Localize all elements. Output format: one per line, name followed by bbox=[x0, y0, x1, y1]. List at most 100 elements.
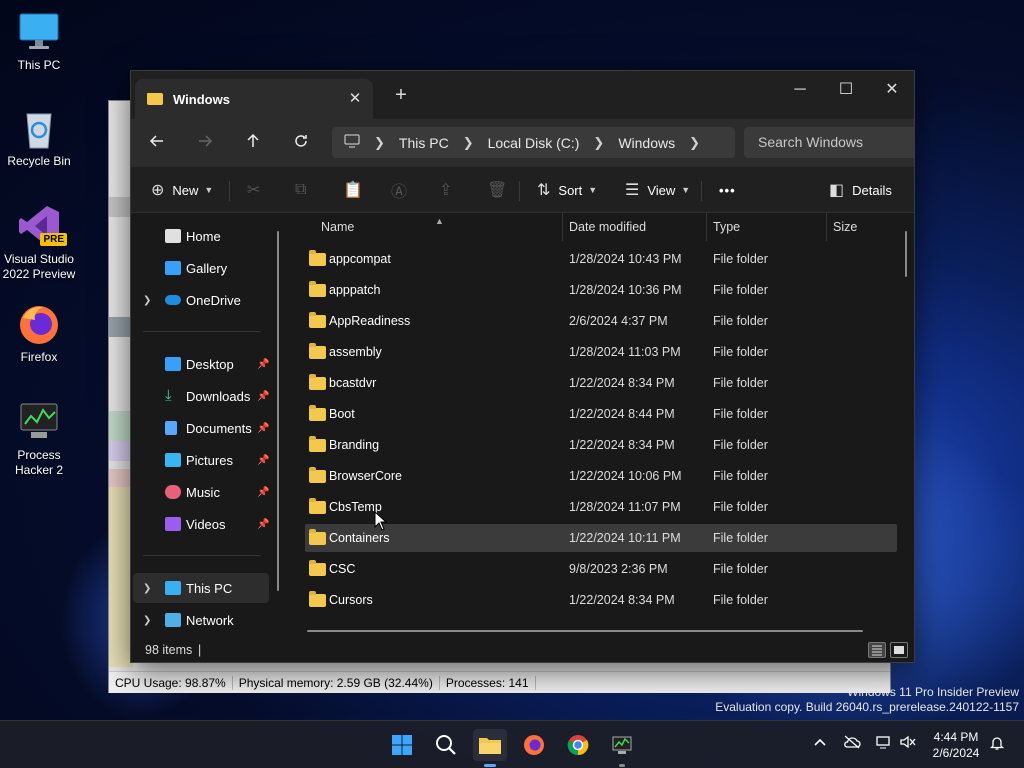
file-explorer-window[interactable]: Windows ✕ + ─ ☐ ✕ ❯ This PC ❯ Local Disk… bbox=[130, 70, 915, 663]
running-indicator bbox=[619, 764, 625, 767]
horizontal-scrollbar[interactable] bbox=[307, 630, 863, 632]
show-hidden-icons-button[interactable] bbox=[809, 735, 831, 755]
chevron-right-icon[interactable]: ❯ bbox=[143, 583, 151, 594]
taskbar-file-explorer[interactable] bbox=[473, 729, 507, 767]
nav-label: Pictures bbox=[186, 452, 233, 468]
nav-downloads[interactable]: ⤓ Downloads 📌 bbox=[133, 381, 269, 411]
onedrive-tray-button[interactable] bbox=[841, 735, 863, 755]
taskbar-firefox[interactable] bbox=[517, 729, 551, 761]
search-button[interactable] bbox=[429, 729, 463, 761]
desktop-icon-recycle-bin[interactable]: Recycle Bin bbox=[1, 106, 77, 169]
file-row[interactable]: CbsTemp 1/28/2024 11:07 PM File folder bbox=[305, 493, 897, 521]
maximize-button[interactable]: ☐ bbox=[823, 75, 869, 105]
notifications-button[interactable] bbox=[986, 735, 1008, 755]
item-count: 98 items bbox=[145, 643, 193, 657]
new-tab-button[interactable]: + bbox=[389, 83, 413, 107]
file-row[interactable]: appcompat 1/28/2024 10:43 PM File folder bbox=[305, 245, 897, 273]
nav-home[interactable]: Home bbox=[133, 221, 269, 251]
file-row[interactable]: BrowserCore 1/22/2024 10:06 PM File folder bbox=[305, 462, 897, 490]
desktop-icon-firefox[interactable]: Firefox bbox=[1, 302, 77, 365]
nav-onedrive[interactable]: ❯ OneDrive bbox=[133, 285, 269, 315]
copy-button[interactable]: ⧉ bbox=[295, 175, 314, 205]
column-divider[interactable] bbox=[706, 213, 707, 241]
tiles-view-button[interactable] bbox=[890, 642, 908, 658]
nav-documents[interactable]: Documents 📌 bbox=[133, 413, 269, 443]
firefox-icon bbox=[524, 735, 544, 755]
monitor-icon bbox=[165, 581, 181, 595]
nav-videos[interactable]: Videos 📌 bbox=[133, 509, 269, 539]
close-window-button[interactable]: ✕ bbox=[869, 75, 914, 105]
file-row[interactable]: Boot 1/22/2024 8:44 PM File folder bbox=[305, 400, 897, 428]
desktop-icon-process-hacker[interactable]: Process Hacker 2 bbox=[1, 400, 77, 478]
chevron-right-icon: ❯ bbox=[593, 134, 605, 150]
column-header-name[interactable]: Name bbox=[321, 213, 354, 241]
taskbar-process-hacker[interactable] bbox=[605, 729, 639, 767]
nav-divider bbox=[143, 555, 261, 556]
file-type: File folder bbox=[713, 500, 768, 514]
chevron-right-icon[interactable]: ❯ bbox=[143, 295, 151, 306]
search-input[interactable]: Search Windows bbox=[744, 127, 914, 158]
pin-icon[interactable]: 📌 bbox=[257, 359, 269, 370]
breadcrumb-this-pc[interactable]: This PC bbox=[399, 135, 449, 151]
desktop-icon-visual-studio[interactable]: PRE Visual Studio 2022 Preview bbox=[1, 204, 77, 282]
file-row[interactable]: Branding 1/22/2024 8:34 PM File folder bbox=[305, 431, 897, 459]
file-row[interactable]: Cursors 1/22/2024 8:34 PM File folder bbox=[305, 586, 897, 614]
pin-icon[interactable]: 📌 bbox=[257, 423, 269, 434]
file-row[interactable]: apppatch 1/28/2024 10:36 PM File folder bbox=[305, 276, 897, 304]
nav-this-pc[interactable]: ❯ This PC bbox=[133, 573, 269, 603]
file-row[interactable]: Containers 1/22/2024 10:11 PM File folder bbox=[305, 524, 897, 552]
sort-button[interactable]: ⇅ Sort ▼ bbox=[537, 175, 597, 205]
column-header-type[interactable]: Type bbox=[713, 213, 740, 241]
breadcrumb-windows[interactable]: Windows bbox=[618, 135, 675, 151]
pin-icon[interactable]: 📌 bbox=[257, 391, 269, 402]
file-row[interactable]: CSC 9/8/2023 2:36 PM File folder bbox=[305, 555, 897, 583]
desktop-icon-this-pc[interactable]: This PC bbox=[1, 10, 77, 73]
nav-pictures[interactable]: Pictures 📌 bbox=[133, 445, 269, 475]
chevron-right-icon[interactable]: ❯ bbox=[143, 615, 151, 626]
details-view-button[interactable] bbox=[868, 642, 886, 658]
pin-icon[interactable]: 📌 bbox=[257, 519, 269, 530]
view-button[interactable]: ☰ View ▼ bbox=[625, 175, 690, 205]
column-header-size[interactable]: Size bbox=[833, 213, 857, 241]
file-type: File folder bbox=[713, 531, 768, 545]
column-divider[interactable] bbox=[826, 213, 827, 241]
file-name: Branding bbox=[329, 438, 380, 452]
nav-network[interactable]: ❯ Network bbox=[133, 605, 269, 635]
cut-button[interactable]: ✂ bbox=[247, 175, 268, 205]
file-row[interactable]: assembly 1/28/2024 11:03 PM File folder bbox=[305, 338, 897, 366]
file-row[interactable]: AppReadiness 2/6/2024 4:37 PM File folder bbox=[305, 307, 897, 335]
nav-label: OneDrive bbox=[186, 292, 241, 308]
volume-tray-button[interactable] bbox=[897, 735, 919, 755]
start-button[interactable] bbox=[385, 729, 419, 761]
clock[interactable]: 4:44 PM 2/6/2024 bbox=[928, 729, 984, 761]
close-tab-button[interactable]: ✕ bbox=[345, 89, 365, 109]
column-divider[interactable] bbox=[562, 213, 563, 241]
column-header-date[interactable]: Date modified bbox=[569, 213, 646, 241]
nav-music[interactable]: Music 📌 bbox=[133, 477, 269, 507]
bell-icon bbox=[989, 737, 1005, 750]
more-options-button[interactable]: ••• bbox=[719, 175, 736, 205]
cloud-icon bbox=[165, 295, 181, 305]
paste-button[interactable]: 📋 bbox=[343, 175, 371, 205]
file-row[interactable]: bcastdvr 1/22/2024 8:34 PM File folder bbox=[305, 369, 897, 397]
rename-button[interactable]: Ⓐ bbox=[391, 175, 415, 205]
nav-scrollbar[interactable] bbox=[277, 231, 279, 591]
vertical-scrollbar[interactable] bbox=[905, 231, 907, 277]
title-bar[interactable]: Windows ✕ + ─ ☐ ✕ bbox=[131, 71, 914, 119]
nav-gallery[interactable]: Gallery bbox=[133, 253, 269, 283]
breadcrumb-local-disk[interactable]: Local Disk (C:) bbox=[488, 135, 580, 151]
download-icon: ⤓ bbox=[165, 387, 172, 404]
taskbar-chrome[interactable] bbox=[561, 729, 595, 761]
details-pane-button[interactable]: ◧ Details bbox=[829, 175, 892, 205]
nav-desktop[interactable]: Desktop 📌 bbox=[133, 349, 269, 379]
delete-button[interactable]: 🗑 bbox=[487, 175, 515, 205]
network-tray-button[interactable] bbox=[873, 735, 895, 755]
tab-windows[interactable]: Windows ✕ bbox=[135, 79, 373, 119]
minimize-button[interactable]: ─ bbox=[777, 75, 823, 105]
address-breadcrumb[interactable]: ❯ This PC ❯ Local Disk (C:) ❯ Windows ❯ bbox=[332, 127, 735, 158]
share-button[interactable]: ⇪ bbox=[439, 175, 460, 205]
pin-icon[interactable]: 📌 bbox=[257, 487, 269, 498]
share-icon: ⇪ bbox=[439, 182, 453, 199]
new-button[interactable]: ⊕ New ▼ bbox=[151, 175, 213, 205]
pin-icon[interactable]: 📌 bbox=[257, 455, 269, 466]
